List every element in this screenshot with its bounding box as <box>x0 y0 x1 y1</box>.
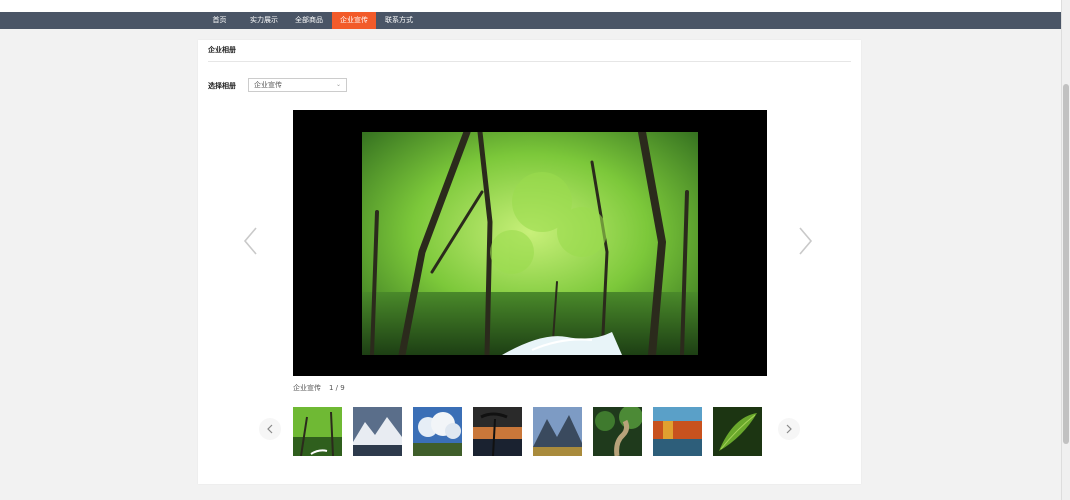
thumbnail-6[interactable] <box>593 407 642 456</box>
top-strip <box>0 0 1061 12</box>
album-panel: 企业相册 选择相册 企业宣传 ⌄ 企业宣传 1 / 9 <box>198 40 861 484</box>
thumbs-next-button[interactable] <box>778 418 800 440</box>
thumbnail-2[interactable] <box>353 407 402 456</box>
photo-caption: 企业宣传 1 / 9 <box>293 383 345 393</box>
photo-counter: 1 / 9 <box>329 384 345 392</box>
nav-item-home[interactable]: 首页 <box>201 12 238 29</box>
nav-item-all-products[interactable]: 全部商品 <box>290 12 328 29</box>
thumbnail-5[interactable] <box>533 407 582 456</box>
main-nav: 首页 实力展示 全部商品 企业宣传 联系方式 <box>0 12 1061 29</box>
chevron-right-icon <box>786 424 792 434</box>
thumbnail-7[interactable] <box>653 407 702 456</box>
next-photo-button[interactable] <box>795 226 815 256</box>
panel-title: 企业相册 <box>208 46 236 54</box>
prev-photo-button[interactable] <box>241 226 261 256</box>
scrollbar-thumb[interactable] <box>1063 84 1069 444</box>
main-photo <box>362 132 698 355</box>
divider <box>208 61 851 62</box>
caption-album-name: 企业宣传 <box>293 384 321 392</box>
page-scrollbar[interactable] <box>1061 0 1070 500</box>
thumbs-prev-button[interactable] <box>259 418 281 440</box>
thumbnail-8[interactable] <box>713 407 762 456</box>
album-select[interactable]: 企业宣传 ⌄ <box>248 78 347 92</box>
nav-item-corporate-promo[interactable]: 企业宣传 <box>332 12 376 29</box>
thumbnail-3[interactable] <box>413 407 462 456</box>
chevron-left-icon <box>243 227 257 255</box>
thumbnail-1[interactable] <box>293 407 342 456</box>
chevron-down-icon: ⌄ <box>335 81 341 88</box>
thumbnail-4[interactable] <box>473 407 522 456</box>
album-select-label: 选择相册 <box>208 82 236 90</box>
nav-item-contact[interactable]: 联系方式 <box>380 12 418 29</box>
chevron-left-icon <box>267 424 273 434</box>
chevron-right-icon <box>799 227 813 255</box>
album-select-value: 企业宣传 <box>254 81 282 89</box>
nav-item-showcase[interactable]: 实力展示 <box>245 12 283 29</box>
photo-viewer <box>293 110 767 376</box>
